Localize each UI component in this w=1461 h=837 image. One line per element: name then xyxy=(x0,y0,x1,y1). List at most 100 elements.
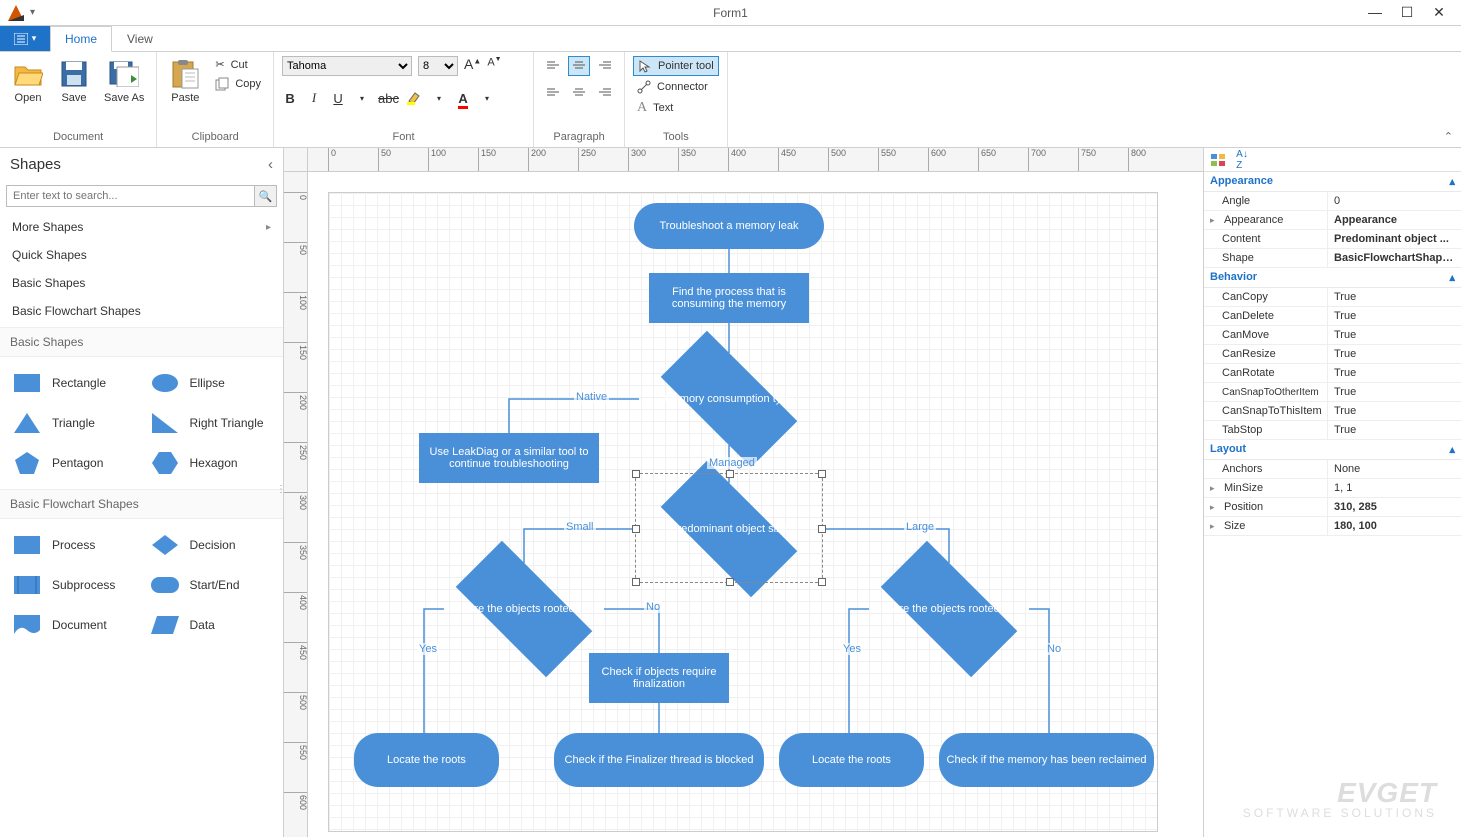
save-button[interactable]: Save xyxy=(54,56,94,106)
canvas[interactable]: Troubleshoot a memory leak Find the proc… xyxy=(308,172,1203,837)
prop-position[interactable]: ▸Position310, 285 xyxy=(1204,498,1461,517)
prop-candelete[interactable]: CanDeleteTrue xyxy=(1204,307,1461,326)
shrink-font-icon[interactable]: A▼ xyxy=(487,56,501,76)
tab-home[interactable]: Home xyxy=(50,26,112,52)
highlight-dropdown-icon[interactable]: ▾ xyxy=(431,94,447,103)
underline-dropdown-icon[interactable]: ▾ xyxy=(354,94,370,103)
node-decision-rooted-right[interactable]: Are the objects rooted? xyxy=(859,563,1039,655)
shape-document[interactable]: Document xyxy=(4,605,142,645)
pointer-tool-button[interactable]: Pointer tool xyxy=(633,56,719,76)
prop-cansnapother[interactable]: CanSnapToOtherItemTrue xyxy=(1204,383,1461,402)
prop-cancopy[interactable]: CanCopyTrue xyxy=(1204,288,1461,307)
paste-button[interactable]: Paste xyxy=(165,56,205,106)
node-process-find[interactable]: Find the process that is consuming the m… xyxy=(649,273,809,323)
scissors-icon: ✂ xyxy=(215,58,224,71)
copy-button[interactable]: Copy xyxy=(211,75,265,93)
strikethrough-button[interactable]: abc xyxy=(378,91,399,106)
alphabetical-button[interactable]: A↓Z xyxy=(1232,150,1252,170)
tab-view[interactable]: View xyxy=(112,26,168,51)
font-color-button[interactable]: A xyxy=(455,91,471,106)
label-managed: Managed xyxy=(707,457,757,469)
shape-triangle[interactable]: Triangle xyxy=(4,403,142,443)
prop-canresize[interactable]: CanResizeTrue xyxy=(1204,345,1461,364)
node-end-locate-2[interactable]: Locate the roots xyxy=(779,733,924,787)
categorized-button[interactable] xyxy=(1208,150,1228,170)
italic-button[interactable]: I xyxy=(306,90,322,106)
prop-appearance[interactable]: ▸AppearanceAppearance xyxy=(1204,211,1461,230)
prop-angle[interactable]: Angle0 xyxy=(1204,192,1461,211)
category-quick-shapes[interactable]: Quick Shapes xyxy=(0,241,283,269)
prop-shape[interactable]: ShapeBasicFlowchartShape... xyxy=(1204,249,1461,268)
category-appearance[interactable]: Appearance▴ xyxy=(1204,172,1461,192)
font-color-dropdown-icon[interactable]: ▾ xyxy=(479,94,495,103)
prop-minsize[interactable]: ▸MinSize1, 1 xyxy=(1204,479,1461,498)
node-decision-rooted-left[interactable]: Are the objects rooted? xyxy=(434,563,614,655)
align-top-right-button[interactable] xyxy=(594,56,616,76)
node-process-finalization[interactable]: Check if objects require finalization xyxy=(589,653,729,703)
shape-pentagon[interactable]: Pentagon xyxy=(4,443,142,483)
shape-rectangle[interactable]: Rectangle xyxy=(4,363,142,403)
shape-start-end[interactable]: Start/End xyxy=(142,565,280,605)
expand-icon[interactable]: ▸ xyxy=(1210,521,1220,532)
save-as-button[interactable]: Save As xyxy=(100,56,148,106)
font-name-select[interactable]: Tahoma xyxy=(282,56,412,76)
shape-process[interactable]: Process xyxy=(4,525,142,565)
collapse-panel-icon[interactable]: ‹ xyxy=(268,156,273,173)
diagram-page[interactable]: Troubleshoot a memory leak Find the proc… xyxy=(328,192,1158,832)
shapes-search-input[interactable] xyxy=(6,185,255,207)
shape-data[interactable]: Data xyxy=(142,605,280,645)
expand-icon[interactable]: ▸ xyxy=(1210,483,1220,494)
prop-content[interactable]: ContentPredominant object ... xyxy=(1204,230,1461,249)
cut-button[interactable]: ✂Cut xyxy=(211,56,265,73)
collapse-ribbon-icon[interactable]: ⌃ xyxy=(1444,130,1453,143)
title-bar: ▾ Form1 — ☐ ✕ xyxy=(0,0,1461,26)
text-tool-button[interactable]: AText xyxy=(633,98,719,118)
horizontal-ruler: 0501001502002503003504004505005506006507… xyxy=(308,148,1203,172)
highlight-button[interactable] xyxy=(407,91,423,105)
align-right-button[interactable] xyxy=(594,82,616,102)
shapes-panel-title: Shapes xyxy=(10,156,61,173)
expand-icon[interactable]: ▸ xyxy=(1210,215,1220,226)
connector-tool-button[interactable]: Connector xyxy=(633,78,719,96)
file-button[interactable]: ▾ xyxy=(0,26,50,51)
align-top-center-button[interactable] xyxy=(568,56,590,76)
node-end-reclaimed[interactable]: Check if the memory has been reclaimed xyxy=(939,733,1154,787)
shape-ellipse[interactable]: Ellipse xyxy=(142,363,280,403)
category-basic-shapes[interactable]: Basic Shapes xyxy=(0,269,283,297)
bold-button[interactable]: B xyxy=(282,91,298,106)
align-top-left-button[interactable] xyxy=(542,56,564,76)
close-button[interactable]: ✕ xyxy=(1427,4,1451,21)
category-more-shapes[interactable]: More Shapes▸ xyxy=(0,213,283,241)
shape-decision[interactable]: Decision xyxy=(142,525,280,565)
node-start[interactable]: Troubleshoot a memory leak xyxy=(634,203,824,249)
open-button[interactable]: Open xyxy=(8,56,48,106)
search-button[interactable]: 🔍 xyxy=(255,185,277,207)
node-end-locate-1[interactable]: Locate the roots xyxy=(354,733,499,787)
ribbon-group-document: Open Save Save As Document xyxy=(0,52,157,147)
prop-tabstop[interactable]: TabStopTrue xyxy=(1204,421,1461,440)
minimize-button[interactable]: — xyxy=(1363,4,1387,21)
grow-font-icon[interactable]: A▲ xyxy=(464,56,481,76)
shape-subprocess[interactable]: Subprocess xyxy=(4,565,142,605)
underline-button[interactable]: U xyxy=(330,91,346,106)
shape-hexagon[interactable]: Hexagon xyxy=(142,443,280,483)
prop-size[interactable]: ▸Size180, 100 xyxy=(1204,517,1461,536)
prop-canmove[interactable]: CanMoveTrue xyxy=(1204,326,1461,345)
qat-dropdown-icon[interactable]: ▾ xyxy=(30,7,35,18)
category-behavior[interactable]: Behavior▴ xyxy=(1204,268,1461,288)
node-end-finalizer[interactable]: Check if the Finalizer thread is blocked xyxy=(554,733,764,787)
expand-icon[interactable]: ▸ xyxy=(1210,502,1220,513)
prop-anchors[interactable]: AnchorsNone xyxy=(1204,460,1461,479)
node-process-leakdiag[interactable]: Use LeakDiag or a similar tool to contin… xyxy=(419,433,599,483)
node-decision-memory-type[interactable]: Memory consumption type xyxy=(639,353,819,445)
prop-canrotate[interactable]: CanRotateTrue xyxy=(1204,364,1461,383)
shape-right-triangle[interactable]: Right Triangle xyxy=(142,403,280,443)
align-left-button[interactable] xyxy=(542,82,564,102)
prop-cansnapthis[interactable]: CanSnapToThisItemTrue xyxy=(1204,402,1461,421)
align-center-button[interactable] xyxy=(568,82,590,102)
maximize-button[interactable]: ☐ xyxy=(1395,4,1419,21)
category-layout[interactable]: Layout▴ xyxy=(1204,440,1461,460)
category-flowchart-shapes[interactable]: Basic Flowchart Shapes xyxy=(0,297,283,325)
font-size-select[interactable]: 8 xyxy=(418,56,458,76)
selection-box[interactable] xyxy=(635,473,823,583)
